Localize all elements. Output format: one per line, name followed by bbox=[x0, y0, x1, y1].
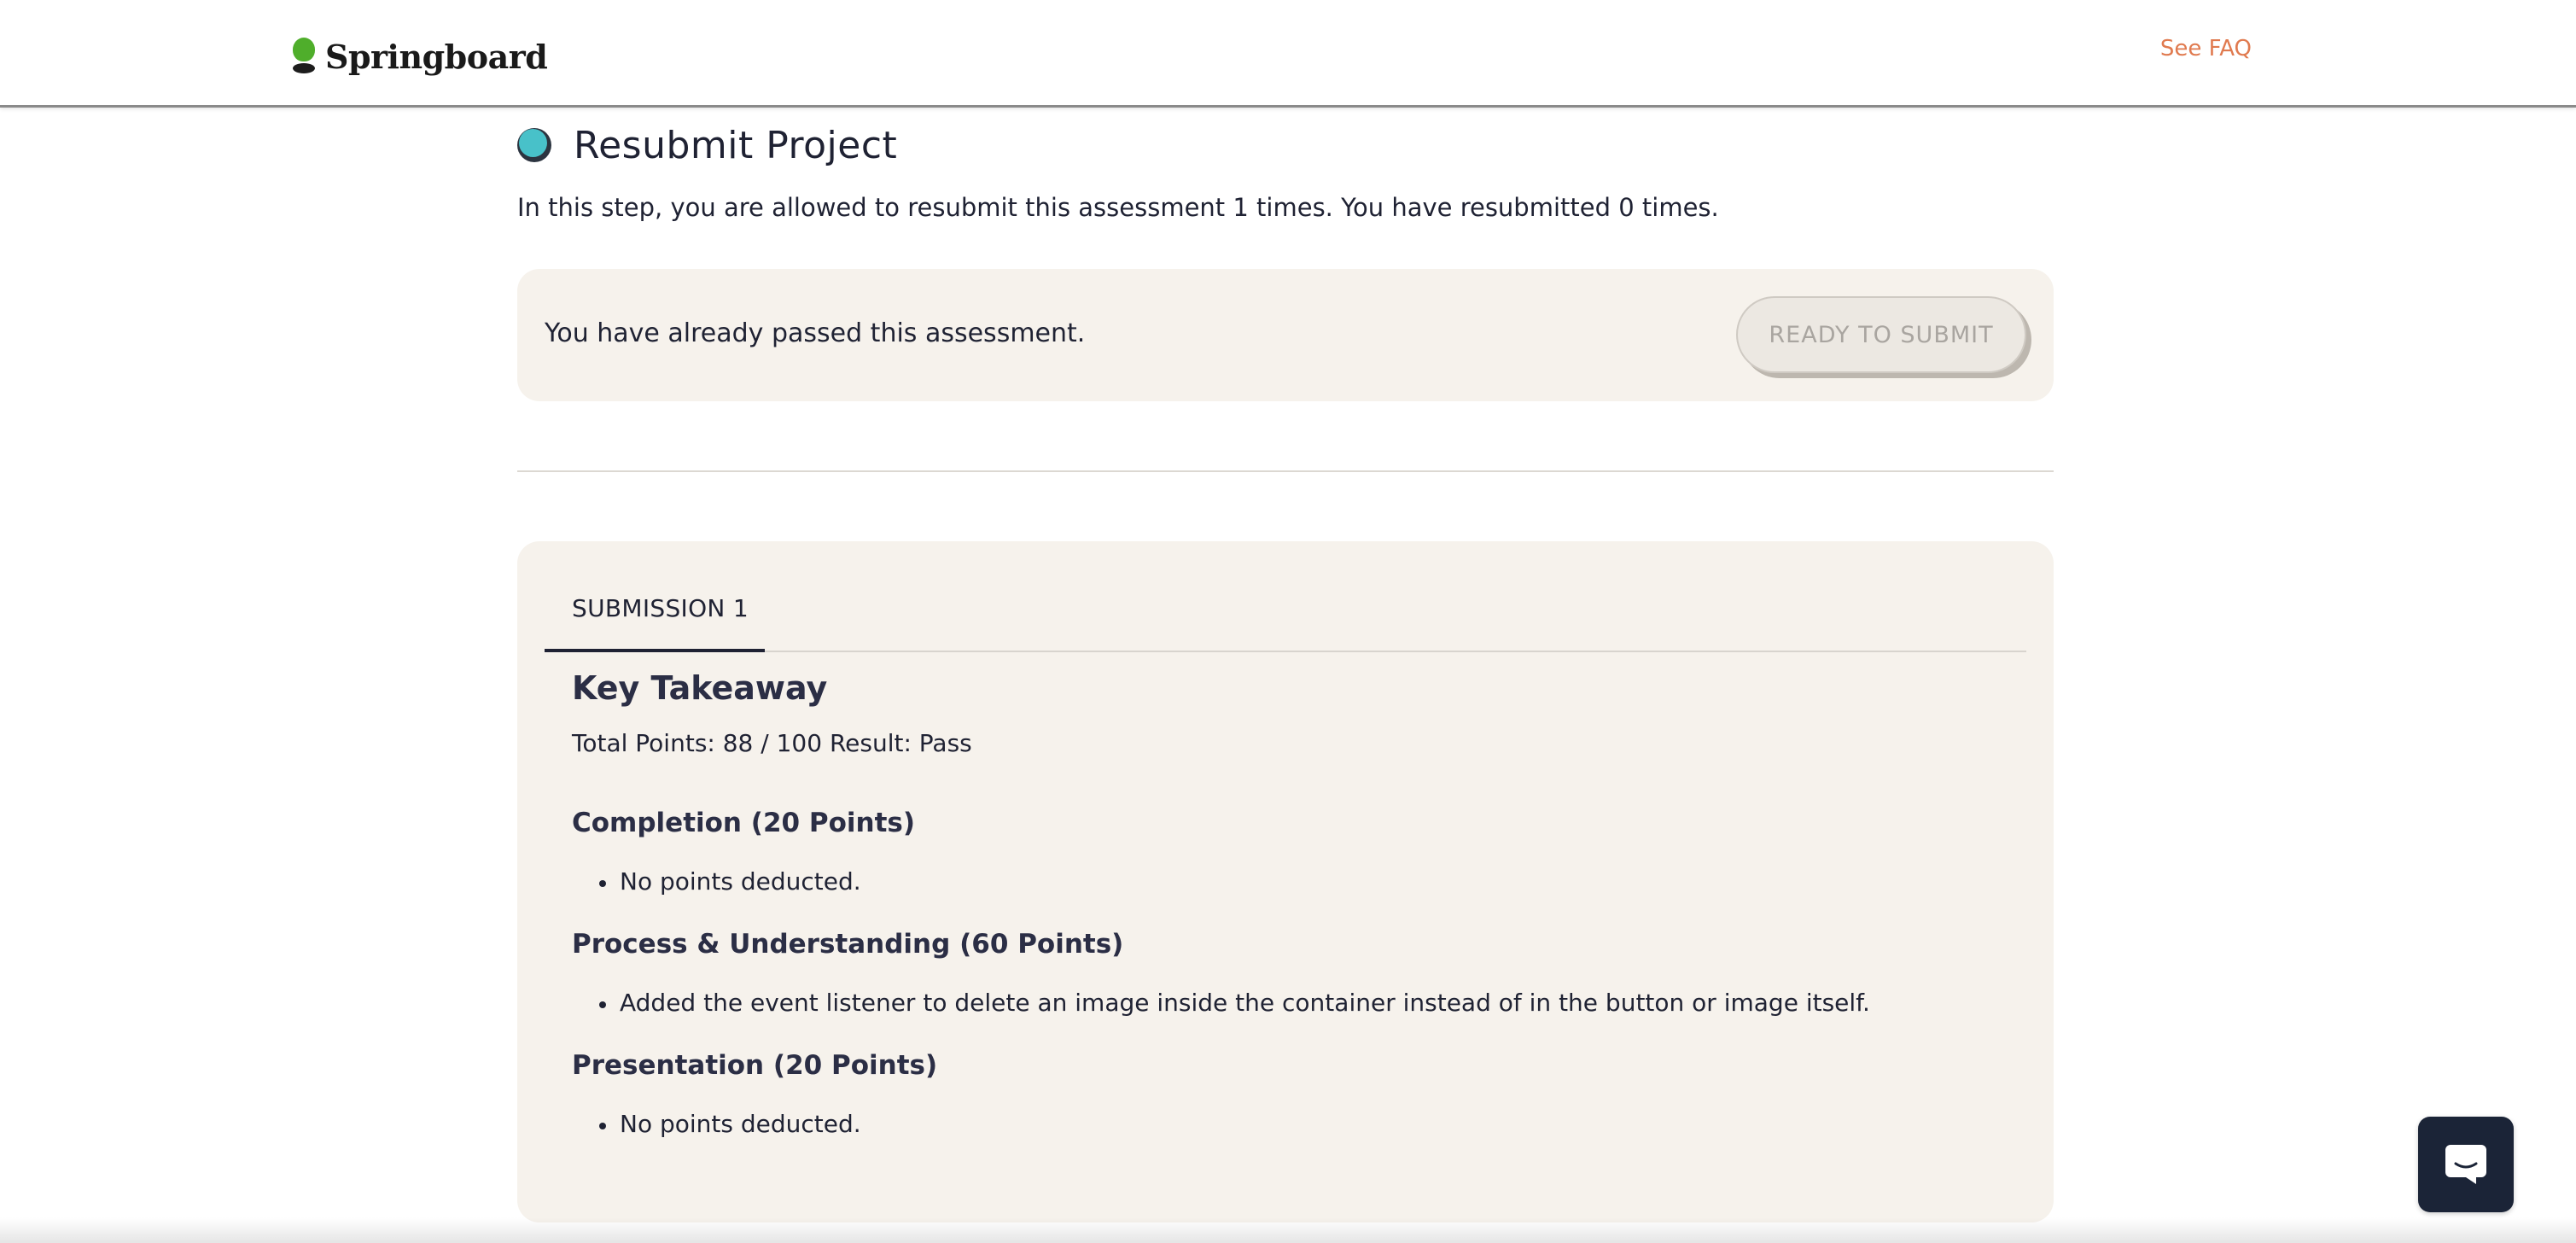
list-item: No points deducted. bbox=[599, 1110, 861, 1138]
step-status-icon bbox=[517, 128, 551, 162]
submission-card: SUBMISSION 1 Key Takeaway Total Points: … bbox=[517, 541, 2054, 1223]
springboard-logo[interactable]: Springboard bbox=[293, 32, 548, 76]
page-title: Resubmit Project bbox=[574, 123, 898, 167]
section-title-presentation: Presentation (20 Points) bbox=[572, 1050, 938, 1081]
section-title-process: Process & Understanding (60 Points) bbox=[572, 929, 1124, 960]
step-title-row: Resubmit Project bbox=[517, 120, 897, 171]
top-navigation-bar: Springboard See FAQ bbox=[0, 0, 2576, 108]
resubmit-instructions: In this step, you are allowed to resubmi… bbox=[517, 193, 1719, 222]
status-message: You have already passed this assessment. bbox=[545, 318, 1086, 348]
points-summary: Total Points: 88 / 100 Result: Pass bbox=[572, 729, 972, 757]
bottom-shadow bbox=[0, 1217, 2576, 1243]
see-faq-link[interactable]: See FAQ bbox=[2160, 36, 2252, 61]
list-item: Added the event listener to delete an im… bbox=[599, 989, 1870, 1017]
ready-to-submit-button[interactable]: READY TO SUBMIT bbox=[1736, 296, 2026, 373]
logo-text: Springboard bbox=[325, 38, 548, 76]
tab-label: SUBMISSION 1 bbox=[572, 594, 749, 622]
section-title-completion: Completion (20 Points) bbox=[572, 808, 916, 838]
tab-submission-1[interactable]: SUBMISSION 1 bbox=[545, 584, 765, 652]
section-divider bbox=[517, 470, 2054, 472]
list-item: No points deducted. bbox=[599, 867, 861, 896]
chat-widget-button[interactable] bbox=[2418, 1117, 2514, 1212]
assessment-status-box: You have already passed this assessment.… bbox=[517, 269, 2054, 401]
chat-bubble-icon bbox=[2445, 1145, 2486, 1184]
springboard-logo-icon bbox=[293, 38, 315, 75]
submission-tabs: SUBMISSION 1 bbox=[545, 541, 2026, 652]
feedback-heading: Key Takeaway bbox=[572, 669, 828, 707]
